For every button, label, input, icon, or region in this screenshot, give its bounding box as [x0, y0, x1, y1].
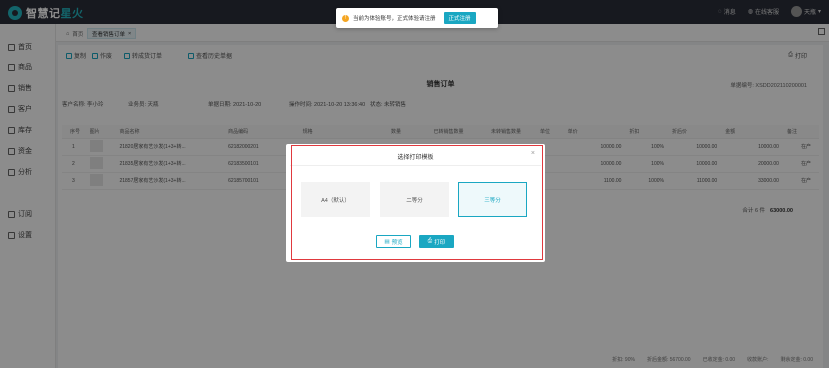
trial-notice: ! 当前为体验账号，正式体验请注册 正式注册 — [336, 8, 498, 28]
notice-text: 当前为体验账号，正式体验请注册 — [353, 16, 436, 22]
printer-icon: ⎙ — [427, 238, 433, 244]
template-option-a4[interactable]: A4（默认） — [301, 182, 370, 217]
register-button[interactable]: 正式注册 — [443, 12, 476, 24]
warning-icon: ! — [342, 14, 349, 22]
template-option-third[interactable]: 三等分 — [458, 182, 527, 217]
preview-button[interactable]: ▤ 预览 — [376, 235, 411, 248]
dialog-divider — [290, 165, 541, 166]
dialog-title: 选择打印模板 — [397, 155, 434, 161]
dialog-print-button[interactable]: ⎙ 打印 — [419, 235, 454, 248]
template-option-half[interactable]: 二等分 — [380, 182, 449, 217]
close-icon[interactable]: × — [531, 150, 535, 157]
print-template-dialog: 选择打印模板 × A4（默认） 二等分 三等分 ▤ 预览 ⎙ 打印 — [286, 144, 545, 262]
preview-icon: ▤ — [384, 238, 390, 245]
